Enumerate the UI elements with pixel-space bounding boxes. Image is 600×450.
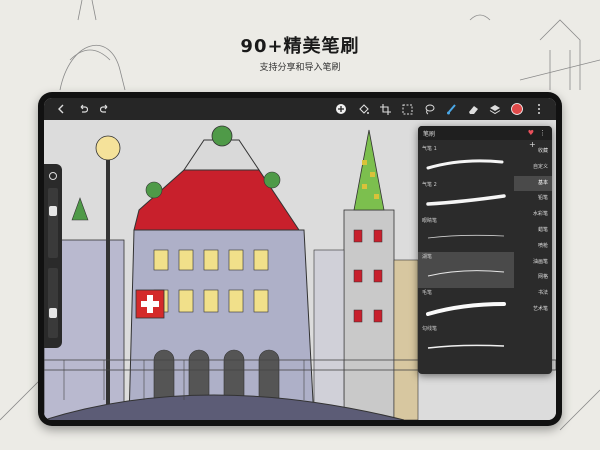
- brush-panel: 笔刷 ♥ ⋮ + 气笔 1 气笔 2 眼睛笔 湖笔 毛笔 勾线笔 收藏 自定义 …: [418, 126, 552, 374]
- lasso-icon[interactable]: [418, 98, 440, 120]
- select-icon[interactable]: [396, 98, 418, 120]
- brush-item-label: 勾线笔: [422, 326, 438, 332]
- category-basic[interactable]: 基本: [514, 175, 552, 192]
- brush-panel-title: 笔刷: [423, 130, 436, 138]
- fill-icon[interactable]: [352, 98, 374, 120]
- brush-item-eye-pen[interactable]: 眼睛笔: [418, 216, 514, 252]
- add-icon[interactable]: [330, 98, 352, 120]
- top-toolbar: [44, 98, 556, 120]
- category-oil[interactable]: 油画笔: [514, 255, 552, 271]
- crop-icon[interactable]: [374, 98, 396, 120]
- brush-item-lake-pen[interactable]: 湖笔: [418, 252, 514, 288]
- category-watercolor[interactable]: 水彩笔: [514, 207, 552, 223]
- brush-item-label: 毛笔: [422, 290, 433, 296]
- brush-icon[interactable]: [440, 98, 462, 120]
- redo-icon[interactable]: [94, 98, 116, 120]
- size-opacity-sliders: [44, 164, 62, 348]
- brush-item-label: 气笔 2: [422, 182, 437, 188]
- brush-item-airbrush-1[interactable]: 气笔 1: [418, 144, 514, 180]
- category-custom[interactable]: 自定义: [514, 160, 552, 176]
- more-icon[interactable]: [528, 98, 550, 120]
- brush-category-list: 收藏 自定义 基本 铅笔 水彩笔 蜡笔 喷枪 油画笔 网格 书法 艺术笔: [514, 144, 552, 374]
- category-crayon[interactable]: 蜡笔: [514, 223, 552, 239]
- brush-stroke-preview: [426, 194, 506, 206]
- brush-item-label: 眼睛笔: [422, 218, 438, 224]
- eraser-icon[interactable]: [462, 98, 484, 120]
- category-favorites[interactable]: 收藏: [514, 144, 552, 160]
- brush-stroke-preview: [427, 234, 505, 239]
- panel-menu-icon[interactable]: ⋮: [539, 129, 546, 137]
- brush-size-slider[interactable]: [48, 188, 58, 258]
- brush-item-label: 气笔 1: [422, 146, 437, 152]
- layers-icon[interactable]: [484, 98, 506, 120]
- opacity-slider[interactable]: [48, 268, 58, 338]
- brush-item-label: 湖笔: [422, 254, 433, 260]
- brush-stroke-preview: [426, 302, 506, 316]
- brush-size-preview-icon: [49, 172, 57, 180]
- category-art[interactable]: 艺术笔: [514, 302, 552, 318]
- brush-item-line-pen[interactable]: 勾线笔: [418, 324, 514, 360]
- favorite-heart-icon[interactable]: ♥: [528, 129, 534, 137]
- category-airbrush[interactable]: 喷枪: [514, 239, 552, 255]
- promo-headline: 90+精美笔刷: [240, 36, 360, 57]
- tablet-frame: 笔刷 ♥ ⋮ + 气笔 1 气笔 2 眼睛笔 湖笔 毛笔 勾线笔 收藏 自定义 …: [38, 92, 562, 426]
- color-swatch[interactable]: [506, 98, 528, 120]
- category-pencil[interactable]: 铅笔: [514, 191, 552, 207]
- brush-item-brush-pen[interactable]: 毛笔: [418, 288, 514, 324]
- category-grid[interactable]: 网格: [514, 270, 552, 286]
- promo-subline: 支持分享和导入笔刷: [259, 63, 341, 73]
- brush-item-airbrush-2[interactable]: 气笔 2: [418, 180, 514, 216]
- brush-list: 气笔 1 气笔 2 眼睛笔 湖笔 毛笔 勾线笔: [418, 144, 514, 374]
- back-icon[interactable]: [50, 98, 72, 120]
- opacity-thumb[interactable]: [49, 308, 57, 318]
- brush-size-thumb[interactable]: [49, 206, 57, 216]
- brush-stroke-preview: [427, 270, 505, 277]
- app-screen: 笔刷 ♥ ⋮ + 气笔 1 气笔 2 眼睛笔 湖笔 毛笔 勾线笔 收藏 自定义 …: [44, 98, 556, 420]
- undo-icon[interactable]: [72, 98, 94, 120]
- brush-stroke-preview: [427, 344, 505, 349]
- brush-stroke-preview: [426, 159, 504, 170]
- brush-panel-header: 笔刷 ♥ ⋮: [418, 126, 552, 140]
- category-calligraphy[interactable]: 书法: [514, 286, 552, 302]
